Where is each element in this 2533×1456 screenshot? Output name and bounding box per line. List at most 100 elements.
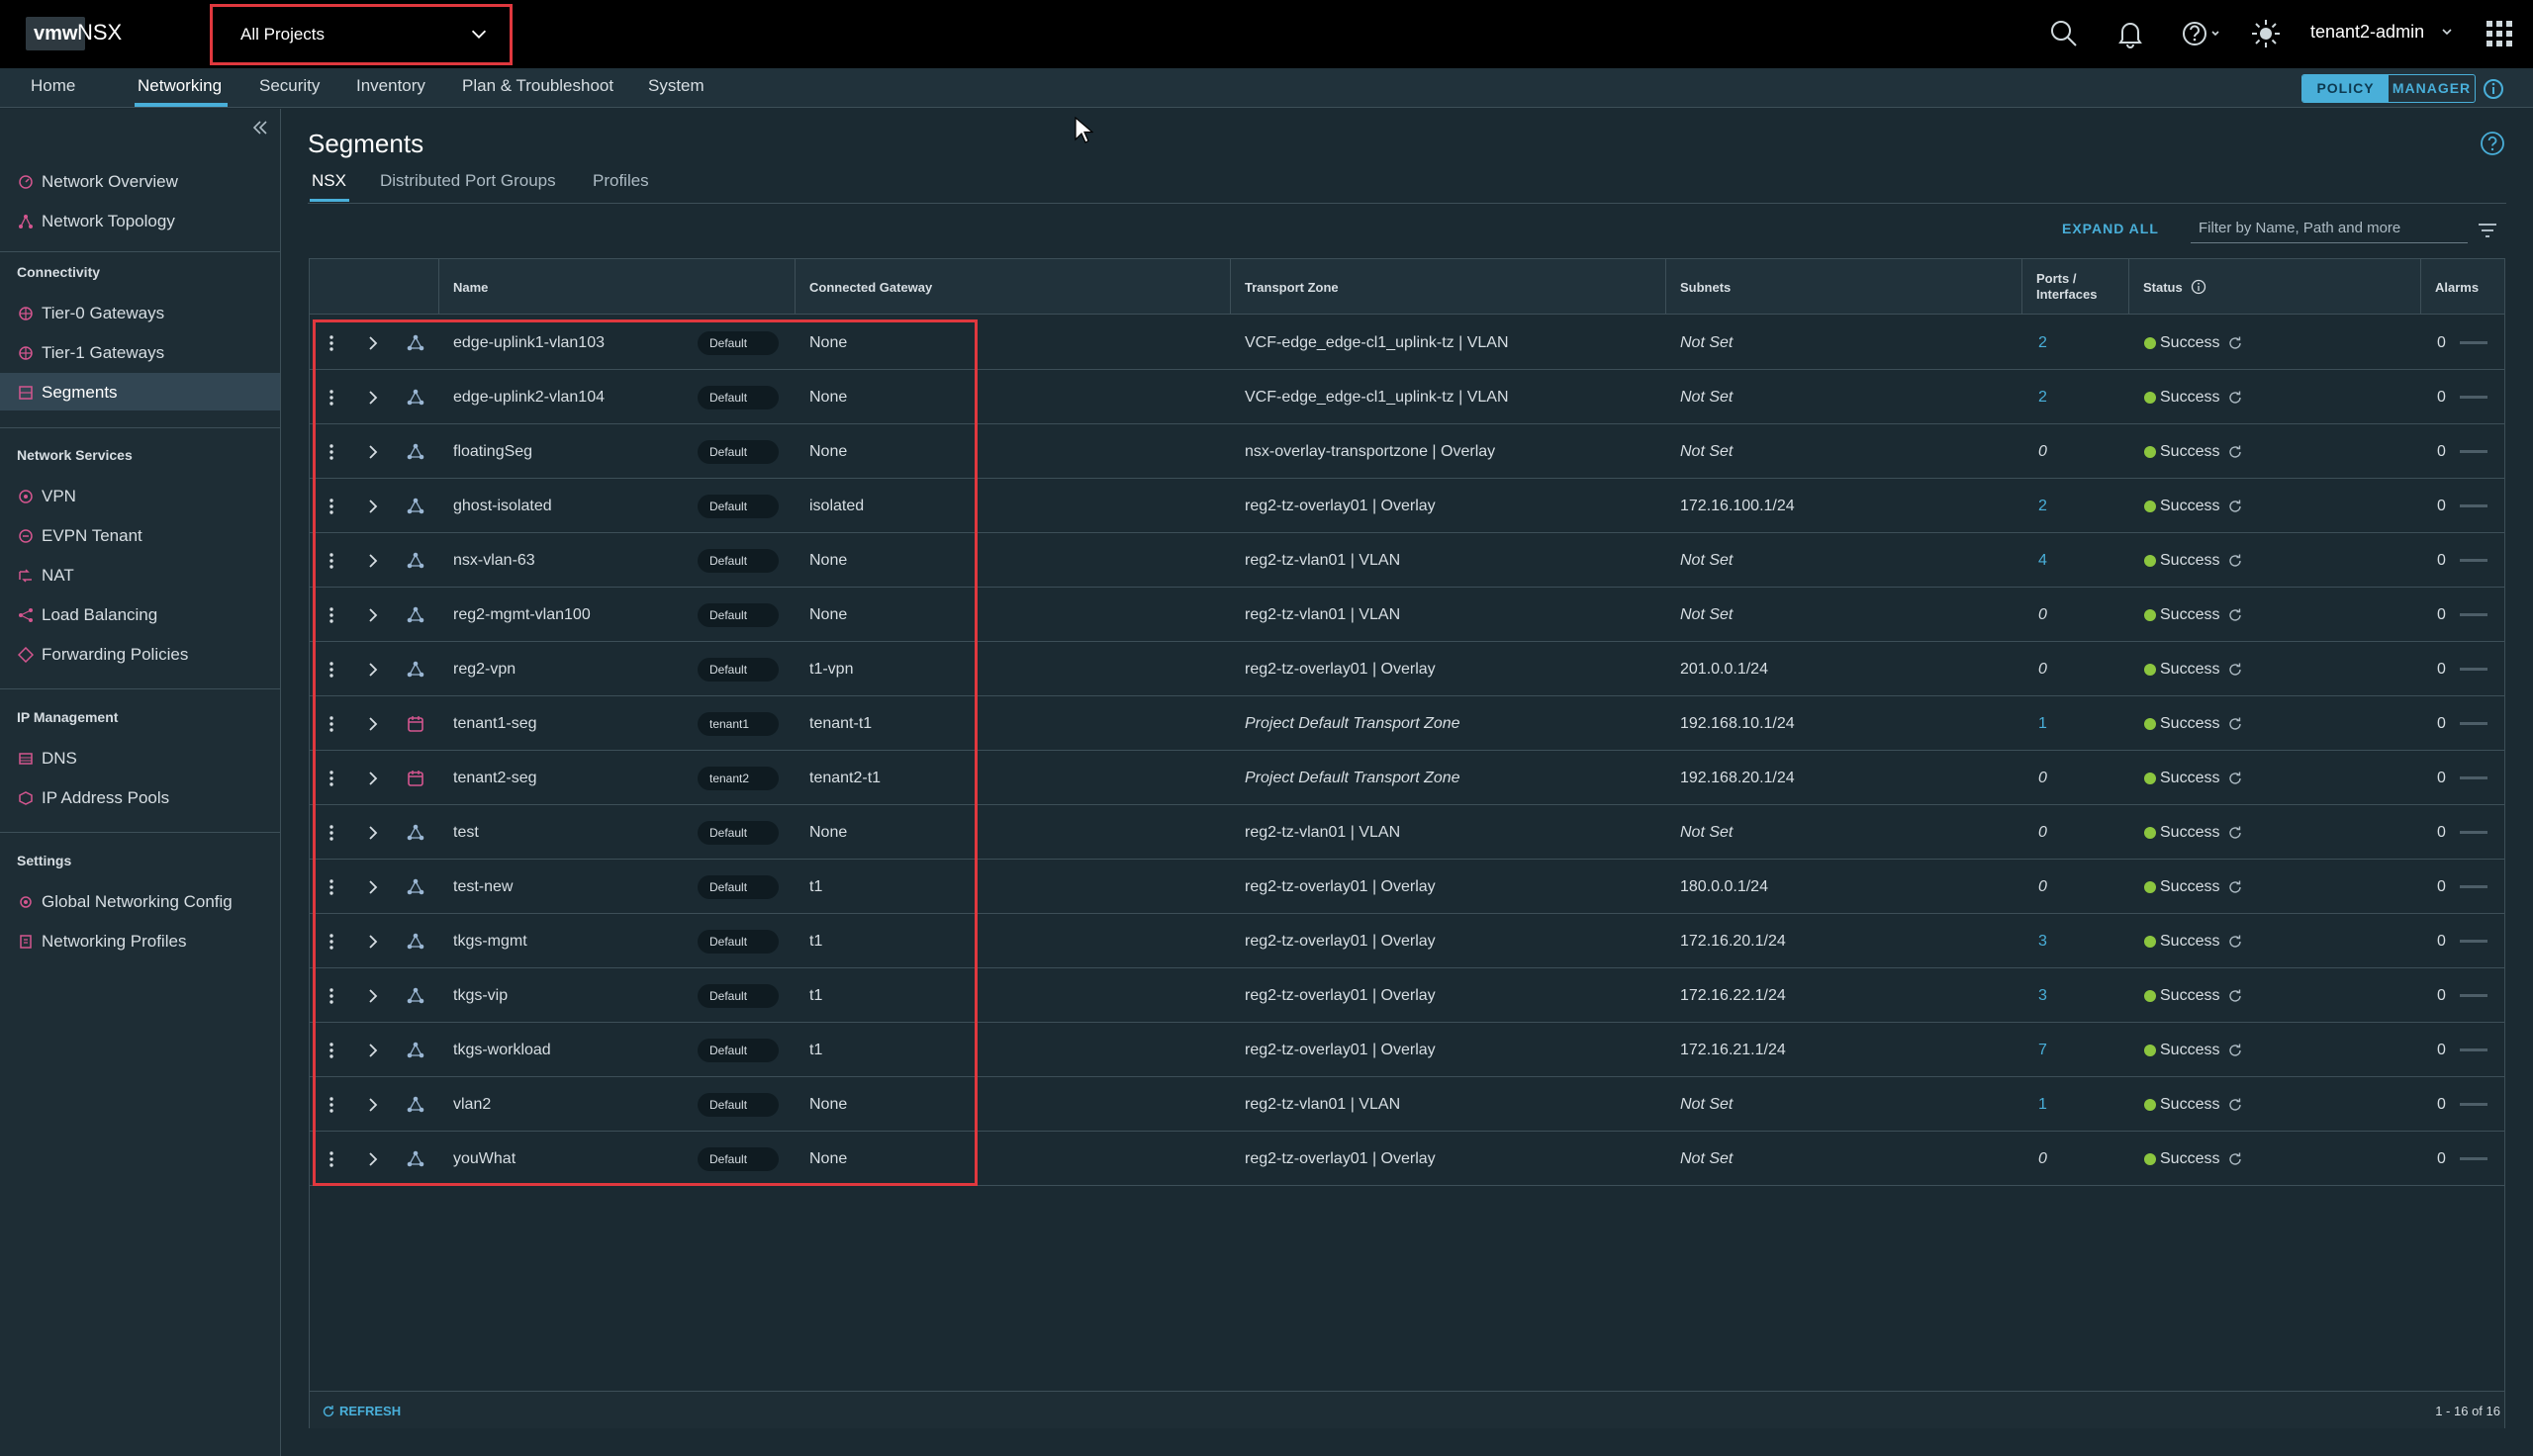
alarms[interactable]: 0 [2437,860,2487,914]
alarms-count[interactable]: 0 [2437,606,2446,624]
alarms-count[interactable]: 0 [2437,824,2446,842]
ports-count-text[interactable]: 2 [2038,498,2047,515]
alarms-count[interactable]: 0 [2437,661,2446,679]
tab-system[interactable]: System [648,76,704,96]
alarms-count[interactable]: 0 [2437,334,2446,352]
sidebar-item-segments[interactable]: Segments [0,373,280,410]
chevron-down-icon[interactable] [2440,25,2454,39]
alarms-count[interactable]: 0 [2437,933,2446,951]
subtab-nsx[interactable]: NSX [312,171,346,191]
refresh-status-icon[interactable] [2227,825,2243,841]
refresh-status-icon[interactable] [2227,444,2243,460]
filter-input[interactable] [2191,214,2468,241]
user-menu[interactable]: tenant2-admin [2310,22,2424,43]
ports-count-text[interactable]: 1 [2038,715,2047,733]
collapse-sidebar-icon[interactable] [249,117,271,138]
ports-count[interactable]: 3 [2038,968,2047,1023]
tab-plan-troubleshoot[interactable]: Plan & Troubleshoot [462,76,613,96]
project-selector[interactable]: All Projects [210,4,513,65]
alarms[interactable]: 0 [2437,696,2487,751]
tab-inventory[interactable]: Inventory [356,76,425,96]
refresh-status-icon[interactable] [2227,988,2243,1004]
alarms-count[interactable]: 0 [2437,770,2446,787]
sidebar-item-ip-address-pools[interactable]: IP Address Pools [0,778,280,816]
tab-security[interactable]: Security [259,76,320,96]
alarms-count[interactable]: 0 [2437,878,2446,896]
refresh-status-icon[interactable] [2227,1151,2243,1167]
sidebar-item-tier1-gateways[interactable]: Tier-1 Gateways [0,333,280,371]
ports-count-text[interactable]: 7 [2038,1042,2047,1059]
column-transport-zone[interactable]: Transport Zone [1230,259,1665,315]
alarms-count[interactable]: 0 [2437,1150,2446,1168]
refresh-status-icon[interactable] [2227,1043,2243,1058]
sidebar-item-nat[interactable]: NAT [0,556,280,593]
policy-mode-button[interactable]: POLICY [2302,75,2389,102]
bell-icon[interactable] [2114,18,2146,49]
alarms[interactable]: 0 [2437,533,2487,588]
column-ports-interfaces[interactable]: Ports / Interfaces [2021,259,2128,315]
alarms[interactable]: 0 [2437,1023,2487,1077]
sidebar-item-dns[interactable]: DNS [0,739,280,776]
sidebar-item-vpn[interactable]: VPN [0,477,280,514]
sidebar-item-tier0-gateways[interactable]: Tier-0 Gateways [0,294,280,331]
ports-count[interactable]: 2 [2038,316,2047,370]
ports-count[interactable]: 7 [2038,1023,2047,1077]
ports-count[interactable]: 2 [2038,479,2047,533]
alarms[interactable]: 0 [2437,914,2487,968]
column-alarms[interactable]: Alarms [2420,259,2504,315]
tab-networking[interactable]: Networking [138,76,222,96]
refresh-status-icon[interactable] [2227,1097,2243,1113]
ports-count[interactable]: 2 [2038,370,2047,424]
apps-grid-icon[interactable] [2484,18,2515,49]
alarms[interactable]: 0 [2437,588,2487,642]
refresh-status-icon[interactable] [2227,607,2243,623]
info-icon[interactable] [2191,279,2206,295]
subtab-distributed-port-groups[interactable]: Distributed Port Groups [380,171,556,191]
alarms[interactable]: 0 [2437,968,2487,1023]
alarms[interactable]: 0 [2437,424,2487,479]
alarms[interactable]: 0 [2437,642,2487,696]
refresh-status-icon[interactable] [2227,335,2243,351]
filter-icon[interactable] [2476,219,2499,242]
tab-home[interactable]: Home [31,76,75,96]
sidebar-item-load-balancing[interactable]: Load Balancing [0,595,280,633]
ports-count-text[interactable]: 2 [2038,389,2047,407]
sidebar-item-network-overview[interactable]: Network Overview [0,162,280,200]
ports-count-text[interactable]: 3 [2038,933,2047,951]
alarms[interactable]: 0 [2437,370,2487,424]
ports-count[interactable]: 3 [2038,914,2047,968]
refresh-status-icon[interactable] [2227,390,2243,406]
sidebar-item-networking-profiles[interactable]: Networking Profiles [0,922,280,959]
alarms[interactable]: 0 [2437,316,2487,370]
ports-count[interactable]: 1 [2038,1077,2047,1132]
column-connected-gateway[interactable]: Connected Gateway [795,259,1230,315]
refresh-status-icon[interactable] [2227,662,2243,678]
column-status[interactable]: Status [2128,259,2420,315]
ports-count-text[interactable]: 2 [2038,334,2047,352]
alarms-count[interactable]: 0 [2437,498,2446,515]
refresh-status-icon[interactable] [2227,716,2243,732]
ports-count[interactable]: 4 [2038,533,2047,588]
search-icon[interactable] [2048,18,2080,49]
refresh-status-icon[interactable] [2227,771,2243,786]
sidebar-item-forwarding-policies[interactable]: Forwarding Policies [0,635,280,673]
alarms[interactable]: 0 [2437,805,2487,860]
refresh-status-icon[interactable] [2227,934,2243,950]
expand-all-button[interactable]: EXPAND ALL [2062,221,2159,236]
alarms-count[interactable]: 0 [2437,1096,2446,1114]
alarms[interactable]: 0 [2437,479,2487,533]
refresh-status-icon[interactable] [2227,553,2243,569]
alarms-count[interactable]: 0 [2437,552,2446,570]
alarms-count[interactable]: 0 [2437,389,2446,407]
sidebar-item-network-topology[interactable]: Network Topology [0,202,280,239]
alarms-count[interactable]: 0 [2437,1042,2446,1059]
help-icon[interactable] [2181,18,2224,49]
alarms-count[interactable]: 0 [2437,987,2446,1005]
alarms[interactable]: 0 [2437,1077,2487,1132]
theme-icon[interactable] [2250,18,2282,49]
column-subnets[interactable]: Subnets [1665,259,2021,315]
manager-mode-button[interactable]: MANAGER [2389,75,2475,102]
ports-count[interactable]: 1 [2038,696,2047,751]
ports-count-text[interactable]: 1 [2038,1096,2047,1114]
help-icon[interactable] [2480,131,2505,156]
